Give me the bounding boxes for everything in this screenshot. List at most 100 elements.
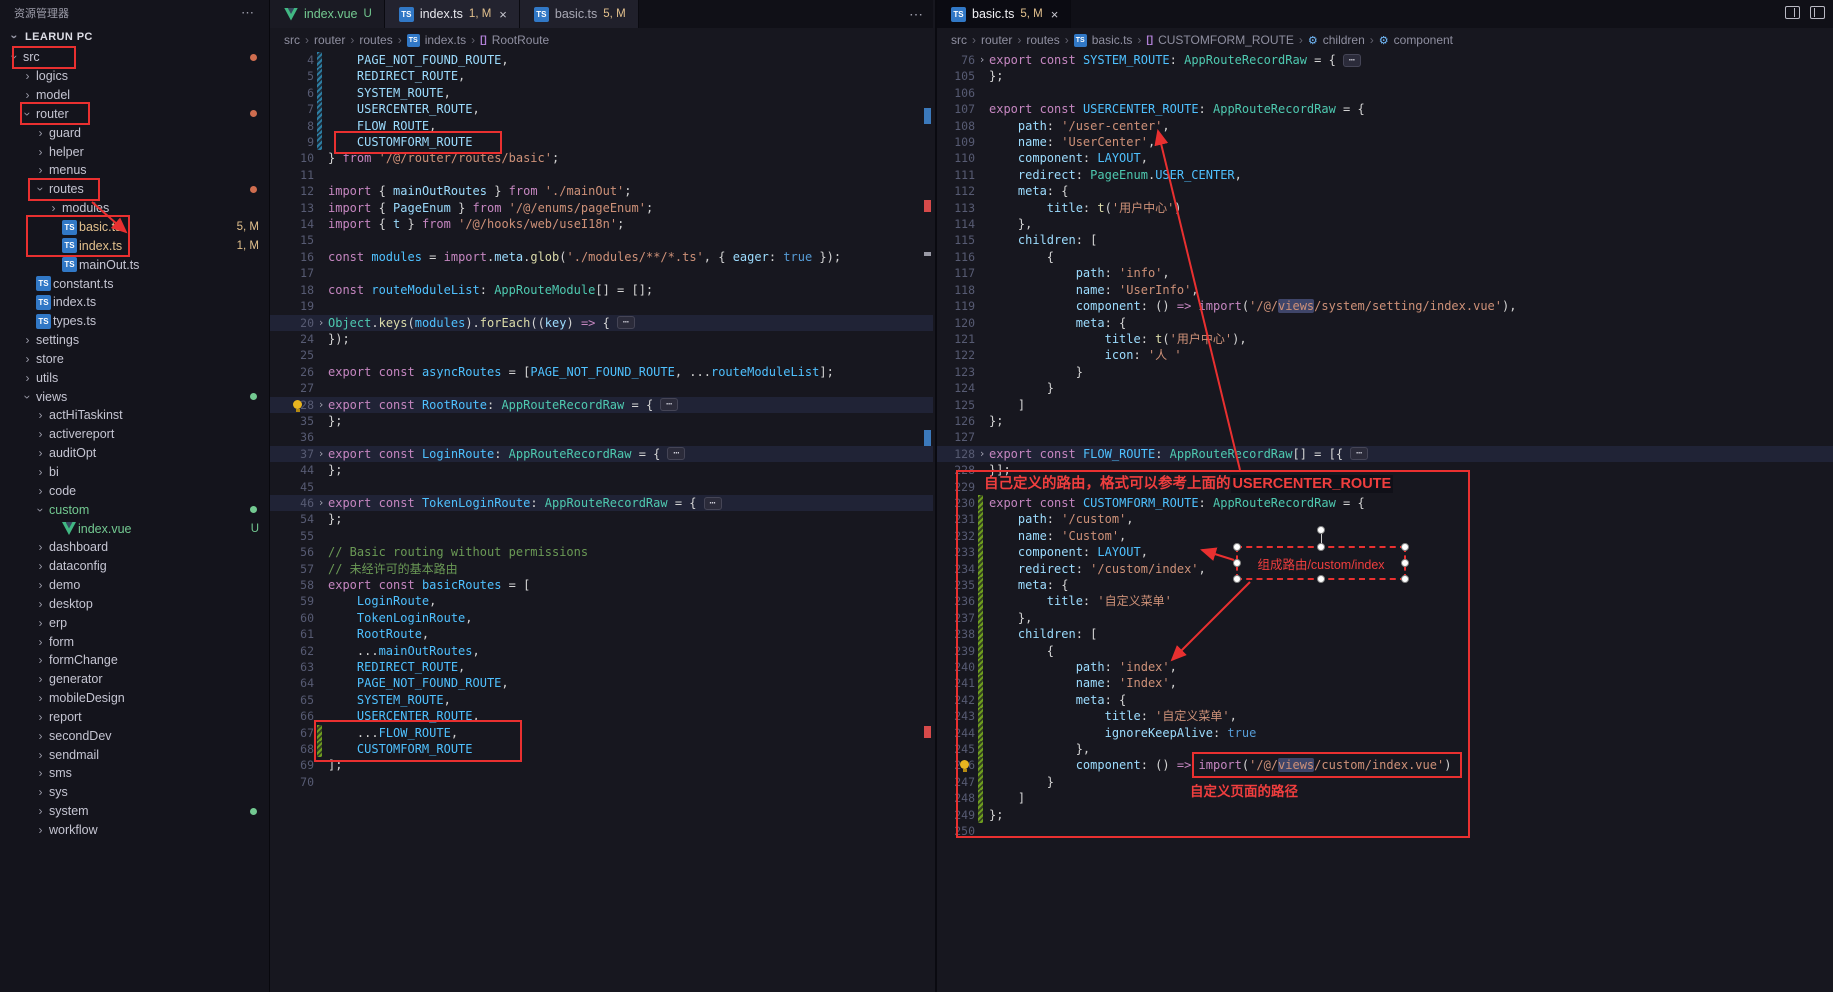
- code-text: PAGE_NOT_FOUND_ROUTE,: [328, 675, 509, 691]
- line-number: 240: [937, 659, 975, 675]
- breadcrumb-item[interactable]: router: [314, 33, 345, 47]
- folded-code-ellipsis[interactable]: ⋯: [1350, 447, 1368, 460]
- folded-code-ellipsis[interactable]: ⋯: [667, 447, 685, 460]
- explorer-more-actions-icon[interactable]: ⋯: [241, 5, 255, 21]
- project-root-item[interactable]: › LEARUN PC: [0, 26, 269, 48]
- code-line-248: 248 ]: [937, 790, 1833, 806]
- file-tree: ›src›logics›model›router›guard›helper›me…: [0, 48, 269, 839]
- tree-item-menus[interactable]: ›menus: [0, 161, 269, 180]
- fold-chevron-icon[interactable]: ›: [975, 446, 989, 462]
- tree-item-logics[interactable]: ›logics: [0, 67, 269, 86]
- tree-item-constant.ts[interactable]: TSconstant.ts: [0, 274, 269, 293]
- tree-item-erp[interactable]: ›erp: [0, 613, 269, 632]
- tree-item-index.ts[interactable]: TSindex.ts1, M: [0, 236, 269, 255]
- tree-item-utils[interactable]: ›utils: [0, 368, 269, 387]
- breadcrumb-item[interactable]: routes: [1026, 33, 1059, 47]
- code-text: redirect: '/custom/index',: [989, 561, 1206, 577]
- tree-item-desktop[interactable]: ›desktop: [0, 594, 269, 613]
- lightbulb-icon[interactable]: [293, 400, 302, 409]
- tree-item-secondDev[interactable]: ›secondDev: [0, 726, 269, 745]
- code-editor-basic-ts[interactable]: 76›export const SYSTEM_ROUTE: AppRouteRe…: [937, 52, 1833, 840]
- tree-item-store[interactable]: ›store: [0, 350, 269, 369]
- tree-item-bi[interactable]: ›bi: [0, 463, 269, 482]
- tree-item-index.vue[interactable]: index.vueU: [0, 519, 269, 538]
- folded-code-ellipsis[interactable]: ⋯: [1343, 54, 1361, 67]
- tree-item-helper[interactable]: ›helper: [0, 142, 269, 161]
- tree-item-sys[interactable]: ›sys: [0, 783, 269, 802]
- breadcrumb-item[interactable]: basic.ts: [1092, 33, 1133, 47]
- code-text: ignoreKeepAlive: true: [989, 725, 1256, 741]
- code-text: name: 'UserInfo',: [989, 282, 1199, 298]
- tree-item-auditOpt[interactable]: ›auditOpt: [0, 444, 269, 463]
- breadcrumb-item[interactable]: CUSTOMFORM_ROUTE: [1158, 33, 1294, 47]
- breadcrumb-item[interactable]: router: [981, 33, 1012, 47]
- breadcrumb-item[interactable]: src: [951, 33, 967, 47]
- code-text: export const RootRoute: AppRouteRecordRa…: [328, 397, 653, 413]
- code-line-117: 117 path: 'info',: [937, 265, 1833, 281]
- tree-item-router[interactable]: ›router: [0, 105, 269, 124]
- fold-chevron-icon: [975, 232, 989, 248]
- tree-item-routes[interactable]: ›routes: [0, 180, 269, 199]
- tree-item-system[interactable]: ›system: [0, 802, 269, 821]
- tree-item-mobileDesign[interactable]: ›mobileDesign: [0, 689, 269, 708]
- code-line-15: 15: [270, 232, 933, 248]
- tree-item-custom[interactable]: ›custom: [0, 500, 269, 519]
- breadcrumb-item[interactable]: RootRoute: [492, 33, 549, 47]
- breadcrumb-item[interactable]: children: [1323, 33, 1365, 47]
- tree-item-types.ts[interactable]: TStypes.ts: [0, 312, 269, 331]
- split-editor-icon[interactable]: [1785, 6, 1800, 19]
- tree-item-settings[interactable]: ›settings: [0, 331, 269, 350]
- tree-item-form[interactable]: ›form: [0, 632, 269, 651]
- tab-index-ts[interactable]: TS index.ts 1, M ×: [385, 0, 520, 28]
- tree-item-formChange[interactable]: ›formChange: [0, 651, 269, 670]
- tabbar-more-icon[interactable]: ⋯: [909, 6, 923, 23]
- tab-basic-ts[interactable]: TS basic.ts 5, M: [520, 0, 639, 28]
- tree-item-model[interactable]: ›model: [0, 86, 269, 105]
- folded-code-ellipsis[interactable]: ⋯: [617, 316, 635, 329]
- code-text: export const FLOW_ROUTE: AppRouteRecordR…: [989, 446, 1343, 462]
- breadcrumb-item[interactable]: src: [284, 33, 300, 47]
- fold-chevron-icon[interactable]: ›: [314, 446, 328, 462]
- tree-item-generator[interactable]: ›generator: [0, 670, 269, 689]
- overview-ruler[interactable]: [923, 52, 931, 992]
- breadcrumb-item[interactable]: routes: [359, 33, 392, 47]
- fold-chevron-icon[interactable]: ›: [314, 315, 328, 331]
- tree-item-code[interactable]: ›code: [0, 481, 269, 500]
- tree-item-src[interactable]: ›src: [0, 48, 269, 67]
- tree-item-index.ts[interactable]: TSindex.ts: [0, 293, 269, 312]
- tree-item-mainOut.ts[interactable]: TSmainOut.ts: [0, 255, 269, 274]
- tree-item-views[interactable]: ›views: [0, 387, 269, 406]
- tab-index-vue[interactable]: index.vue U: [270, 0, 385, 28]
- code-line-119: 119 component: () => import('/@/views/sy…: [937, 298, 1833, 314]
- code-text: LoginRoute,: [328, 593, 436, 609]
- tab-basic-ts-right[interactable]: TS basic.ts 5, M ×: [937, 0, 1071, 28]
- tree-item-basic.ts[interactable]: TSbasic.ts5, M: [0, 218, 269, 237]
- tree-item-report[interactable]: ›report: [0, 708, 269, 727]
- breadcrumb-separator-icon: ›: [1370, 33, 1374, 47]
- fold-chevron-icon: [314, 479, 328, 495]
- fold-chevron-icon[interactable]: ›: [314, 495, 328, 511]
- tree-item-workflow[interactable]: ›workflow: [0, 821, 269, 840]
- code-editor-index-ts[interactable]: 4 PAGE_NOT_FOUND_ROUTE,5 REDIRECT_ROUTE,…: [270, 52, 933, 790]
- tree-item-actHiTaskinst[interactable]: ›actHiTaskinst: [0, 406, 269, 425]
- breadcrumb-item[interactable]: index.ts: [425, 33, 466, 47]
- tree-item-activereport[interactable]: ›activereport: [0, 425, 269, 444]
- close-icon[interactable]: ×: [1051, 7, 1059, 22]
- folded-code-ellipsis[interactable]: ⋯: [660, 398, 678, 411]
- tree-item-dashboard[interactable]: ›dashboard: [0, 538, 269, 557]
- fold-chevron-icon: [975, 347, 989, 363]
- code-text: title: '自定义菜单': [989, 593, 1172, 609]
- folded-code-ellipsis[interactable]: ⋯: [704, 497, 722, 510]
- fold-chevron-icon[interactable]: ›: [314, 397, 328, 413]
- tree-item-dataconfig[interactable]: ›dataconfig: [0, 557, 269, 576]
- tree-item-sms[interactable]: ›sms: [0, 764, 269, 783]
- fold-chevron-icon[interactable]: ›: [975, 52, 989, 68]
- tree-item-modules[interactable]: ›modules: [0, 199, 269, 218]
- close-icon[interactable]: ×: [499, 7, 507, 22]
- tree-item-guard[interactable]: ›guard: [0, 123, 269, 142]
- customize-layout-icon[interactable]: [1810, 6, 1825, 19]
- tree-item-sendmail[interactable]: ›sendmail: [0, 745, 269, 764]
- tree-item-demo[interactable]: ›demo: [0, 576, 269, 595]
- fold-chevron-icon: [975, 823, 989, 839]
- breadcrumb-item[interactable]: component: [1394, 33, 1453, 47]
